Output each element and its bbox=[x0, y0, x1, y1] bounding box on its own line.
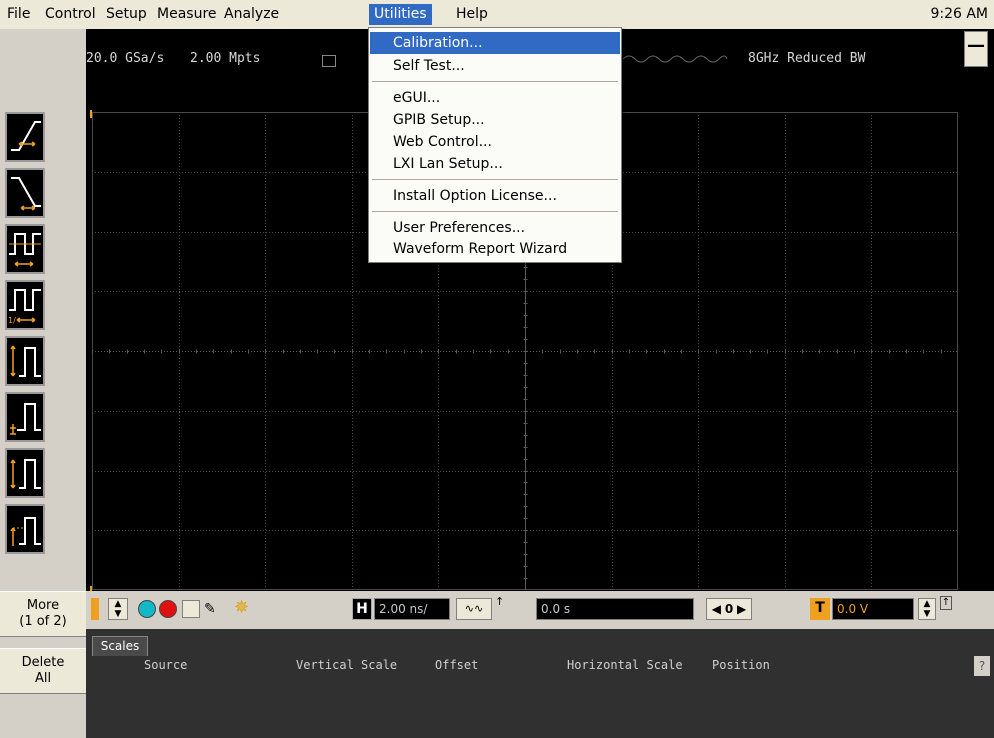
vtop-base-icon bbox=[10, 517, 41, 546]
menu-file[interactable]: File bbox=[7, 0, 30, 29]
tab-scales[interactable]: Scales bbox=[92, 636, 148, 656]
trigger-reference-icon: ↑ bbox=[495, 595, 505, 608]
ground-marker bbox=[90, 110, 92, 594]
clock: 9:26 AM bbox=[930, 6, 988, 22]
menu-separator bbox=[372, 211, 618, 212]
menu-item-user-preferences[interactable]: User Preferences... bbox=[370, 217, 620, 239]
single-button[interactable] bbox=[182, 600, 200, 618]
fall-time-icon bbox=[11, 177, 41, 211]
trigger-slope-icon[interactable]: ↑ bbox=[940, 596, 952, 610]
eraser-icon[interactable]: ✎ bbox=[204, 600, 226, 618]
vtop-base-button[interactable] bbox=[5, 504, 45, 554]
horizontal-badge[interactable]: H bbox=[352, 598, 372, 620]
trigger-mode-indicator bbox=[91, 598, 99, 620]
measurement-toolbar: 1/ More (1 of 2) Delete All bbox=[0, 29, 86, 738]
trigger-level-field[interactable]: 0.0 V bbox=[832, 598, 914, 620]
measurement-results-panel bbox=[86, 629, 994, 738]
menu-item-egui[interactable]: eGUI... bbox=[370, 87, 620, 109]
rise-time-icon bbox=[11, 121, 41, 151]
menu-separator bbox=[372, 179, 618, 180]
acquisition-indicator bbox=[322, 55, 336, 67]
help-button[interactable]: ? bbox=[974, 656, 990, 676]
utilities-dropdown: Calibration... Self Test... eGUI... GPIB… bbox=[368, 27, 622, 263]
horizontal-scale-field[interactable]: 2.00 ns/ bbox=[374, 598, 450, 620]
minimize-button[interactable]: — bbox=[964, 31, 988, 67]
menu-measure[interactable]: Measure bbox=[157, 0, 217, 29]
control-bar: ▲ ▼ ✎ ✵ H 2.00 ns/ ∿∿ ↑ 0.0 s ◀ 0 ▶ T 0.0… bbox=[86, 591, 994, 629]
vmin-icon bbox=[10, 403, 41, 435]
memory-depth: 2.00 Mpts bbox=[190, 51, 261, 66]
menu-control[interactable]: Control bbox=[45, 0, 96, 29]
bandwidth-label: 8GHz Reduced BW bbox=[748, 51, 866, 66]
more-label: More bbox=[26, 598, 60, 613]
menu-setup[interactable]: Setup bbox=[106, 0, 147, 29]
column-vertical-scale: Vertical Scale bbox=[296, 658, 398, 672]
run-button[interactable] bbox=[138, 600, 156, 618]
delay-value: 0 bbox=[724, 602, 734, 616]
delete-all-button[interactable]: Delete All bbox=[0, 648, 86, 694]
menu-item-web-control[interactable]: Web Control... bbox=[370, 131, 620, 153]
more-page-label: (1 of 2) bbox=[19, 614, 67, 629]
vpp-button[interactable] bbox=[5, 336, 45, 386]
menu-item-calibration[interactable]: Calibration... bbox=[370, 32, 620, 54]
stop-button[interactable] bbox=[159, 600, 177, 618]
period-icon bbox=[9, 233, 41, 267]
menu-separator bbox=[372, 81, 618, 82]
all-label: All bbox=[34, 671, 52, 686]
menubar: File Control Setup Measure Analyze Utili… bbox=[0, 0, 994, 30]
frequency-icon: 1/ bbox=[8, 289, 41, 325]
trigger-level-spinner[interactable]: ▲ ▼ bbox=[918, 598, 936, 620]
horizontal-position-field[interactable]: 0.0 s bbox=[536, 598, 694, 620]
vamplitude-button[interactable] bbox=[5, 448, 45, 498]
autoscale-icon[interactable]: ✵ bbox=[234, 597, 256, 619]
menu-analyze[interactable]: Analyze bbox=[224, 0, 279, 29]
menu-item-gpib-setup[interactable]: GPIB Setup... bbox=[370, 109, 620, 131]
menu-item-lxi-lan-setup[interactable]: LXI Lan Setup... bbox=[370, 153, 620, 175]
vmin-button[interactable] bbox=[5, 392, 45, 442]
horizontal-zoom-icon[interactable]: ∿∿ bbox=[456, 598, 492, 620]
column-position: Position bbox=[712, 658, 770, 672]
delete-label: Delete bbox=[21, 655, 65, 670]
menu-help[interactable]: Help bbox=[456, 0, 488, 29]
period-button[interactable] bbox=[5, 224, 45, 274]
column-source: Source bbox=[144, 658, 188, 672]
rise-time-button[interactable] bbox=[5, 112, 45, 162]
vamplitude-icon bbox=[10, 459, 41, 489]
svg-text:1/: 1/ bbox=[8, 316, 16, 325]
menu-item-install-option-license[interactable]: Install Option License... bbox=[370, 185, 620, 207]
menu-utilities[interactable]: Utilities bbox=[369, 4, 432, 25]
sample-rate: 20.0 GSa/s bbox=[86, 51, 165, 66]
bandwidth-filter-icon bbox=[623, 55, 727, 63]
menu-item-self-test[interactable]: Self Test... bbox=[370, 55, 620, 77]
frequency-button[interactable]: 1/ bbox=[5, 280, 45, 330]
column-horizontal-scale: Horizontal Scale bbox=[567, 658, 683, 672]
menu-item-waveform-report-wizard[interactable]: Waveform Report Wizard bbox=[370, 238, 620, 260]
more-button[interactable]: More (1 of 2) bbox=[0, 591, 86, 637]
delay-nudge-control[interactable]: ◀ 0 ▶ bbox=[706, 598, 752, 620]
vpp-icon bbox=[10, 345, 41, 377]
fall-time-button[interactable] bbox=[5, 168, 45, 218]
trigger-badge[interactable]: T bbox=[810, 598, 830, 620]
column-offset: Offset bbox=[435, 658, 479, 672]
channel-scroll-spinner[interactable]: ▲ ▼ bbox=[108, 598, 128, 620]
